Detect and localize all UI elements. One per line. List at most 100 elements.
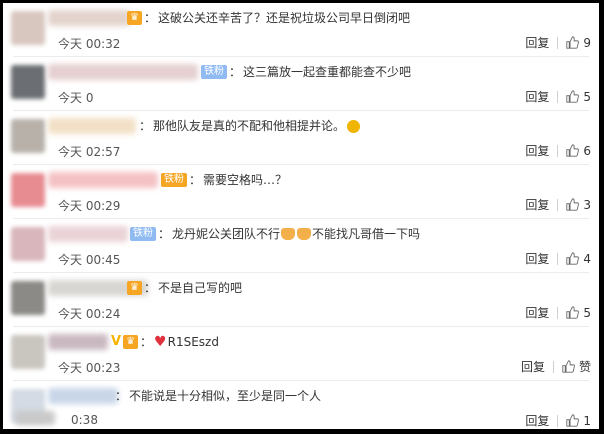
avatar[interactable] xyxy=(11,65,45,99)
like-count: 1 xyxy=(583,413,591,428)
angry-emoji-icon xyxy=(347,119,361,133)
comment-time: 今天 00:32 xyxy=(58,37,121,51)
username[interactable] xyxy=(48,118,136,134)
like-count: 赞 xyxy=(578,360,591,374)
comment-text: R1SEszd xyxy=(167,334,219,349)
like-button[interactable]: 赞 xyxy=(562,358,591,375)
comment-actions: 回复 1 xyxy=(525,412,591,429)
comment-text: 龙丹妮公关团队不行 xyxy=(172,227,281,241)
comment-text: 这破公关还辛苦了？还是祝垃圾公司早日倒闭吧 xyxy=(157,11,410,25)
like-button[interactable]: 4 xyxy=(566,252,591,266)
thumb-up-icon xyxy=(566,36,580,49)
like-button[interactable]: 9 xyxy=(566,36,591,50)
comment-time: 今天 00:29 xyxy=(58,199,121,213)
comment-item: 铁粉 ： 需要空格吗…？ 今天 00:29 回复 3 xyxy=(3,165,599,219)
thumb-up-icon xyxy=(566,90,580,103)
username[interactable] xyxy=(48,334,108,350)
comment-actions: 回复 4 xyxy=(525,250,591,267)
comment-item: ♛ ： 这破公关还辛苦了？还是祝垃圾公司早日倒闭吧 今天 00:32 回复 9 xyxy=(3,3,599,57)
time-redacted xyxy=(15,411,55,425)
divider xyxy=(557,36,559,49)
comment-time: 今天 02:57 xyxy=(58,145,121,159)
like-count: 4 xyxy=(583,251,591,266)
like-count: 5 xyxy=(583,89,591,104)
comment-text: 不能说是十分相似，至少是同一个人 xyxy=(129,389,322,403)
username[interactable] xyxy=(48,388,118,404)
reply-button[interactable]: 回复 xyxy=(525,142,549,159)
comment-item: ： 不能说是十分相似，至少是同一个人 0:38 回复 1 xyxy=(3,381,599,429)
avatar[interactable] xyxy=(11,11,45,45)
reply-button[interactable]: 回复 xyxy=(521,358,545,375)
reply-button[interactable]: 回复 xyxy=(525,196,549,213)
thumb-up-icon xyxy=(566,252,580,265)
comment-actions: 回复 3 xyxy=(525,196,591,213)
thumbs-down-emoji-icon xyxy=(281,227,296,240)
thumb-up-icon xyxy=(566,306,580,319)
thumb-up-icon xyxy=(562,360,575,373)
comment-text: 这三篇放一起查重都能查不少吧 xyxy=(243,65,412,79)
comment-list: ♛ ： 这破公关还辛苦了？还是祝垃圾公司早日倒闭吧 今天 00:32 回复 9 … xyxy=(3,3,599,429)
comment-item: ♛ ： 不是自己写的吧 今天 00:24 回复 5 xyxy=(3,273,599,327)
like-count: 5 xyxy=(583,305,591,320)
reply-button[interactable]: 回复 xyxy=(525,250,549,267)
comment-actions: 回复 9 xyxy=(525,34,591,51)
reply-button[interactable]: 回复 xyxy=(525,34,549,51)
comment-text-continued: 不能找凡哥借一下吗 xyxy=(312,227,421,241)
comment-item: V ♛ ： ♥ R1SEszd 今天 00:23 回复 赞 xyxy=(3,327,599,381)
comment-text: 需要空格吗…？ xyxy=(203,173,288,187)
comment-time: 今天 00:23 xyxy=(58,361,121,375)
comment-text: 那他队友是真的不配和他相提并论。 xyxy=(153,119,346,133)
like-button[interactable]: 1 xyxy=(566,414,591,428)
reply-button[interactable]: 回复 xyxy=(525,304,549,321)
comment-time: 今天 00:45 xyxy=(58,253,121,267)
comment-item: 铁粉 ： 这三篇放一起查重都能查不少吧 今天 0 回复 5 xyxy=(3,57,599,111)
avatar[interactable] xyxy=(11,227,45,261)
like-button[interactable]: 5 xyxy=(566,90,591,104)
like-count: 9 xyxy=(583,35,591,50)
comment-time: 今天 00:24 xyxy=(58,307,121,321)
divider xyxy=(557,414,559,427)
comment-actions: 回复 赞 xyxy=(521,358,591,375)
divider xyxy=(557,144,559,157)
comment-time: 0:38 xyxy=(71,413,98,427)
thumbs-down-emoji-icon xyxy=(297,227,312,240)
comment-text: 不是自己写的吧 xyxy=(157,281,242,295)
divider xyxy=(557,306,559,319)
username[interactable] xyxy=(48,172,158,188)
username[interactable] xyxy=(48,10,130,26)
divider xyxy=(557,252,559,265)
like-button[interactable]: 6 xyxy=(566,144,591,158)
avatar[interactable] xyxy=(11,335,45,369)
reply-button[interactable]: 回复 xyxy=(525,412,549,429)
fan-badge: 铁粉 xyxy=(130,226,156,241)
fan-badge: 铁粉 xyxy=(161,172,187,187)
like-button[interactable]: 3 xyxy=(566,198,591,212)
comment-time: 今天 0 xyxy=(58,91,94,105)
username[interactable] xyxy=(48,64,198,80)
divider xyxy=(557,90,559,103)
heart-icon: ♥ xyxy=(154,333,167,350)
thumb-up-icon xyxy=(566,198,580,211)
verified-v-icon: V xyxy=(111,334,122,349)
comment-actions: 回复 5 xyxy=(525,88,591,105)
fan-badge: 铁粉 xyxy=(201,64,227,79)
fan-badge: ♛ xyxy=(123,334,139,349)
thumb-up-icon xyxy=(566,144,580,157)
fan-badge: ♛ xyxy=(127,280,142,295)
divider xyxy=(552,360,554,373)
avatar[interactable] xyxy=(11,281,45,315)
avatar[interactable] xyxy=(11,119,45,153)
comment-item: 铁粉 ： 龙丹妮公关团队不行 不能找凡哥借一下吗 今天 00:45 回复 4 xyxy=(3,219,599,273)
thumb-up-icon xyxy=(566,414,580,427)
comment-item: ： 那他队友是真的不配和他相提并论。 今天 02:57 回复 6 xyxy=(3,111,599,165)
like-count: 6 xyxy=(583,143,591,158)
comment-actions: 回复 6 xyxy=(525,142,591,159)
like-button[interactable]: 5 xyxy=(566,306,591,320)
avatar[interactable] xyxy=(11,173,45,207)
reply-button[interactable]: 回复 xyxy=(525,88,549,105)
username[interactable] xyxy=(48,226,128,242)
comment-actions: 回复 5 xyxy=(525,304,591,321)
like-count: 3 xyxy=(583,197,591,212)
divider xyxy=(557,198,559,211)
fan-badge: ♛ xyxy=(127,10,142,25)
